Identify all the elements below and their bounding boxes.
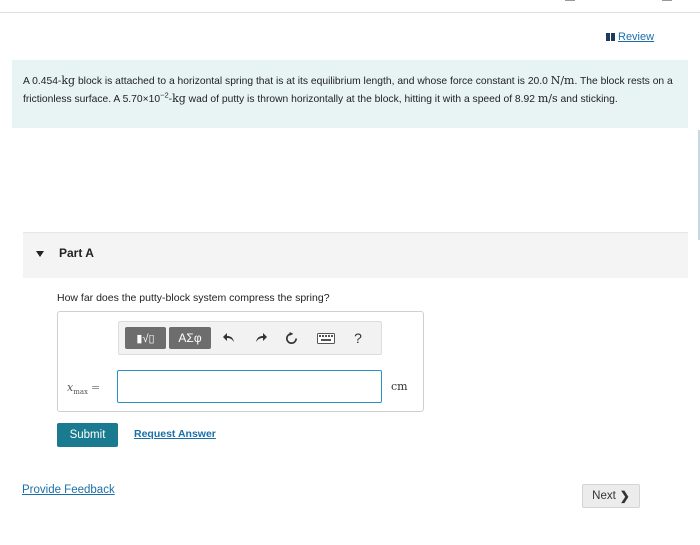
part-a-header[interactable]: Part A xyxy=(23,232,688,278)
top-decoration-right xyxy=(662,0,672,3)
reset-icon[interactable] xyxy=(282,328,300,348)
provide-feedback-link[interactable]: Provide Feedback xyxy=(22,484,115,496)
answer-box: ▮√▯ ΑΣφ ? xmax = cm xyxy=(57,311,424,412)
problem-statement: A 0.454-kg block is attached to a horizo… xyxy=(12,60,688,128)
question-text: How far does the putty-block system comp… xyxy=(57,292,330,304)
top-decoration-left xyxy=(565,0,575,3)
problem-text-6: and sticking. xyxy=(557,93,618,105)
greek-label: ΑΣφ xyxy=(178,331,202,345)
problem-unit-ms: m/s xyxy=(537,91,558,105)
request-answer-link[interactable]: Request Answer xyxy=(134,428,216,440)
problem-text-2: block is attached to a horizontal spring… xyxy=(75,76,551,87)
equals-sign: = xyxy=(90,381,101,394)
redo-icon[interactable] xyxy=(252,328,270,348)
next-label: Next xyxy=(592,490,616,502)
greek-symbols-button[interactable]: ΑΣφ xyxy=(169,327,211,349)
math-toolbar: ▮√▯ ΑΣφ ? xyxy=(118,321,382,355)
problem-unit-kg-1: kg xyxy=(61,74,76,87)
variable-label: xmax = xyxy=(67,381,100,396)
templates-button[interactable]: ▮√▯ xyxy=(125,327,166,349)
submit-button[interactable]: Submit xyxy=(57,423,118,447)
variable-subscript: max xyxy=(73,388,88,397)
problem-unit-nm: N/m xyxy=(550,74,575,87)
problem-text-5: wad of putty is thrown horizontally at t… xyxy=(185,93,538,105)
problem-exponent: −2 xyxy=(160,90,169,100)
top-divider xyxy=(0,12,700,13)
chevron-right-icon: ❯ xyxy=(619,489,630,503)
templates-label: ▮√▯ xyxy=(136,332,155,345)
review-label: Review xyxy=(618,31,655,43)
keyboard-icon[interactable] xyxy=(315,328,337,348)
problem-text-1: A 0.454- xyxy=(23,76,62,87)
answer-input[interactable] xyxy=(117,370,382,403)
review-link[interactable]: Review xyxy=(606,31,654,43)
undo-icon[interactable] xyxy=(220,328,238,348)
problem-unit-kg-2: kg xyxy=(172,91,186,105)
next-button[interactable]: Next ❯ xyxy=(582,484,640,508)
review-icon xyxy=(606,33,615,41)
part-title: Part A xyxy=(59,246,94,260)
help-label: ? xyxy=(354,330,362,346)
unit-label: cm xyxy=(391,380,408,393)
collapse-arrow-icon[interactable] xyxy=(36,251,44,257)
help-icon[interactable]: ? xyxy=(349,328,367,348)
